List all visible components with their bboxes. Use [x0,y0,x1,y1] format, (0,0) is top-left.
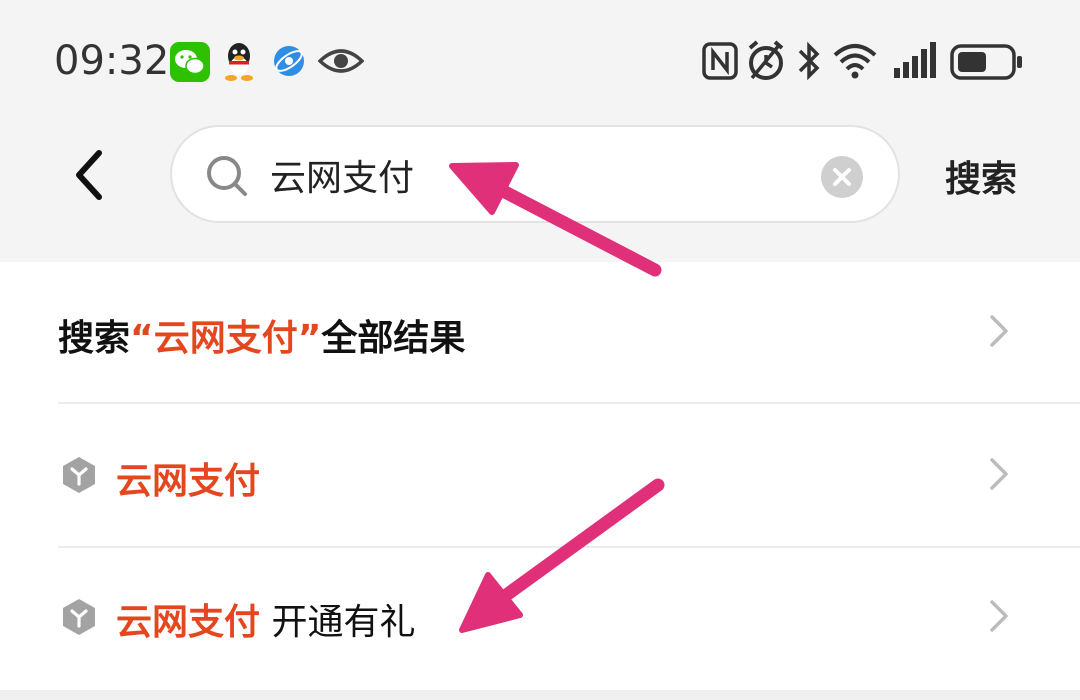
suggestion-row[interactable]: 云网支付 开通有礼 [0,549,1080,689]
search-input[interactable] [270,149,790,201]
all-results-keyword: 云网支付 [153,318,298,359]
chevron-right-icon [990,315,1008,347]
back-button[interactable] [60,145,116,205]
all-results-label: 搜索“云网支付”全部结果 [58,309,465,361]
all-results-suffix: 全部结果 [321,318,466,359]
suggestion-row[interactable]: 云网支付 [0,405,1080,545]
battery-icon [950,44,1022,80]
chevron-left-icon [76,150,102,200]
nfc-icon [702,42,738,80]
eye-icon [318,49,364,73]
suggestion-label: 云网支付 开通有礼 [116,593,415,645]
status-bar: 09:32 [0,0,1080,120]
open-quote: “ [130,318,154,359]
alarm-icon [748,40,784,80]
divider [58,402,1080,404]
wifi-icon [833,44,877,79]
search-button[interactable]: 搜索 [945,150,1017,202]
mini-program-icon [63,599,95,635]
divider [58,546,1080,548]
suggestion-keyword: 云网支付 [116,461,261,502]
clear-icon[interactable] [820,155,864,199]
wechat-icon [170,42,210,82]
suggestion-keyword: 云网支付 [116,602,261,643]
all-results-prefix: 搜索 [58,318,131,359]
chevron-right-icon [990,458,1008,490]
chevron-right-icon [990,600,1008,632]
qq-icon [225,43,253,81]
all-results-row[interactable]: 搜索“云网支付”全部结果 [0,262,1080,402]
bluetooth-icon [798,41,820,81]
mini-program-icon [63,457,95,493]
suggestion-rest: 开通有礼 [260,602,416,643]
browser-icon [274,46,304,76]
search-icon [207,156,247,196]
suggestion-label: 云网支付 [116,452,260,504]
signal-icon [894,42,936,78]
search-results: 搜索“云网支付”全部结果 云网支付 云网支付 开通有礼 [0,262,1080,692]
search-box[interactable] [170,125,900,223]
close-quote: ” [297,318,322,359]
bottom-strip [0,690,1080,700]
status-time: 09:32 [54,38,170,84]
